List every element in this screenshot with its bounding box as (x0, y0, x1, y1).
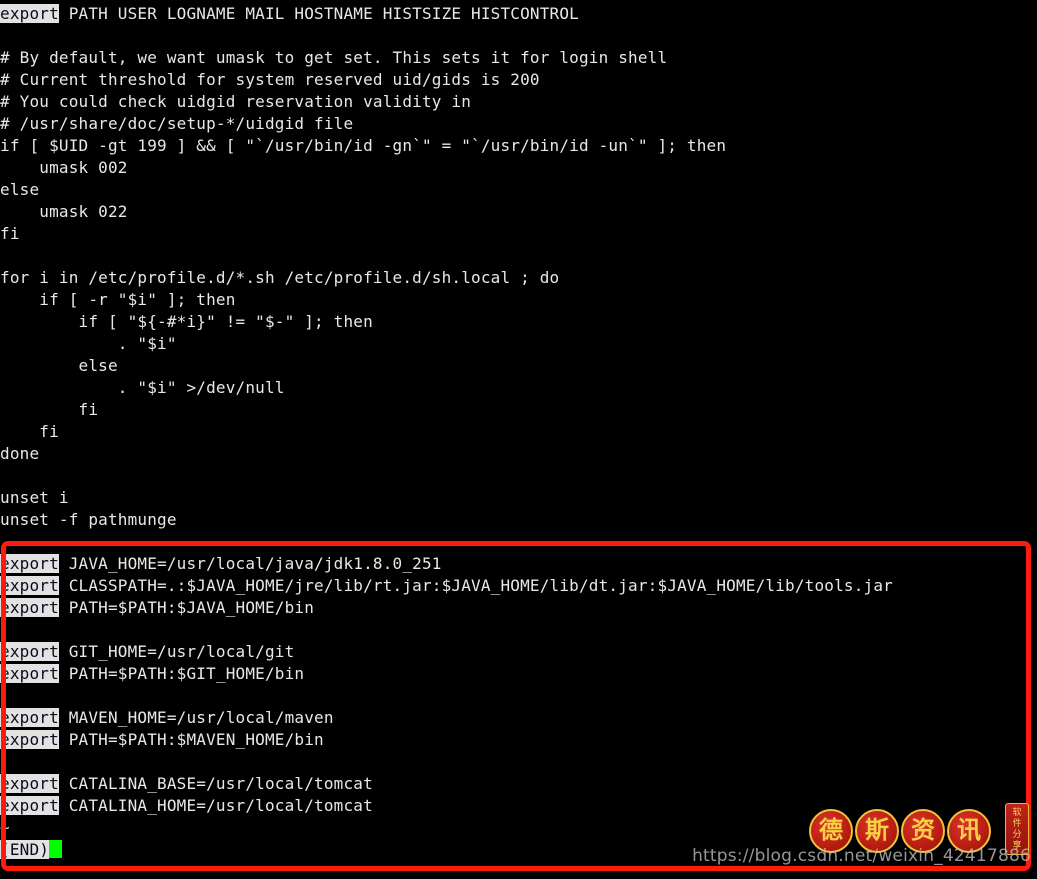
terminal-line: umask 002 (0, 158, 128, 177)
terminal-line-text: CLASSPATH=.:$JAVA_HOME/jre/lib/rt.jar:$J… (58, 576, 893, 595)
terminal-line-text: GIT_HOME=/usr/local/git (58, 642, 295, 661)
terminal-window[interactable]: export PATH USER LOGNAME MAIL HOSTNAME H… (0, 0, 1037, 879)
terminal-line: if [ -r "$i" ]; then (0, 290, 236, 309)
terminal-line: # By default, we want umask to get set. … (0, 48, 668, 67)
pager-text-area[interactable]: export PATH USER LOGNAME MAIL HOSTNAME H… (0, 3, 1037, 861)
pager-empty-line-marker: ~ (0, 818, 10, 837)
terminal-line: fi (0, 224, 20, 243)
terminal-line-text: PATH USER LOGNAME MAIL HOSTNAME HISTSIZE… (58, 4, 579, 23)
search-match-highlight: export (0, 598, 59, 617)
terminal-line: # Current threshold for system reserved … (0, 70, 540, 89)
terminal-line: . "$i" (0, 334, 177, 353)
search-match-highlight: export (0, 554, 59, 573)
search-match-highlight: export (0, 796, 59, 815)
terminal-line: # /usr/share/doc/setup-*/uidgid file (0, 114, 354, 133)
terminal-line-text: PATH=$PATH:$GIT_HOME/bin (58, 664, 305, 683)
terminal-line: export JAVA_HOME=/usr/local/java/jdk1.8.… (0, 553, 1037, 575)
terminal-line-text: MAVEN_HOME=/usr/local/maven (58, 708, 334, 727)
terminal-line: export CATALINA_BASE=/usr/local/tomcat (0, 773, 1037, 795)
search-match-highlight: export (0, 576, 59, 595)
terminal-line: export CATALINA_HOME=/usr/local/tomcat (0, 795, 1037, 817)
terminal-line-text: CATALINA_BASE=/usr/local/tomcat (58, 774, 373, 793)
terminal-line: else (0, 180, 40, 199)
search-match-highlight: export (0, 708, 59, 727)
terminal-line: done (0, 444, 40, 463)
terminal-line: for i in /etc/profile.d/*.sh /etc/profil… (0, 268, 560, 287)
terminal-line: . "$i" >/dev/null (0, 378, 285, 397)
terminal-line: unset i (0, 488, 69, 507)
terminal-line-text: CATALINA_HOME=/usr/local/tomcat (58, 796, 373, 815)
search-match-highlight: export (0, 664, 59, 683)
terminal-line: # You could check uidgid reservation val… (0, 92, 472, 111)
block-cursor (49, 840, 63, 858)
pager-status-line[interactable]: (END) (0, 839, 1037, 861)
terminal-line: export PATH=$PATH:$MAVEN_HOME/bin (0, 729, 1037, 751)
search-match-highlight: export (0, 642, 59, 661)
terminal-line: if [ "${-#*i}" != "$-" ]; then (0, 312, 373, 331)
terminal-line: if [ $UID -gt 199 ] && [ "`/usr/bin/id -… (0, 136, 727, 155)
terminal-line: export PATH=$PATH:$GIT_HOME/bin (0, 663, 1037, 685)
terminal-line: export CLASSPATH=.:$JAVA_HOME/jre/lib/rt… (0, 575, 1037, 597)
terminal-line: export GIT_HOME=/usr/local/git (0, 641, 1037, 663)
end-of-file-indicator: (END) (0, 840, 50, 859)
terminal-line: unset -f pathmunge (0, 510, 177, 529)
terminal-line: fi (0, 400, 99, 419)
search-match-highlight: export (0, 774, 59, 793)
terminal-line: export PATH USER LOGNAME MAIL HOSTNAME H… (0, 3, 1037, 25)
terminal-line-text: PATH=$PATH:$JAVA_HOME/bin (58, 598, 315, 617)
terminal-line: else (0, 356, 118, 375)
search-match-highlight: export (0, 730, 59, 749)
terminal-line: umask 022 (0, 202, 128, 221)
terminal-line-text: PATH=$PATH:$MAVEN_HOME/bin (58, 730, 324, 749)
terminal-line: export PATH=$PATH:$JAVA_HOME/bin (0, 597, 1037, 619)
search-match-highlight: export (0, 4, 59, 23)
terminal-line: fi (0, 422, 59, 441)
terminal-line-text: JAVA_HOME=/usr/local/java/jdk1.8.0_251 (58, 554, 442, 573)
terminal-line: export MAVEN_HOME=/usr/local/maven (0, 707, 1037, 729)
